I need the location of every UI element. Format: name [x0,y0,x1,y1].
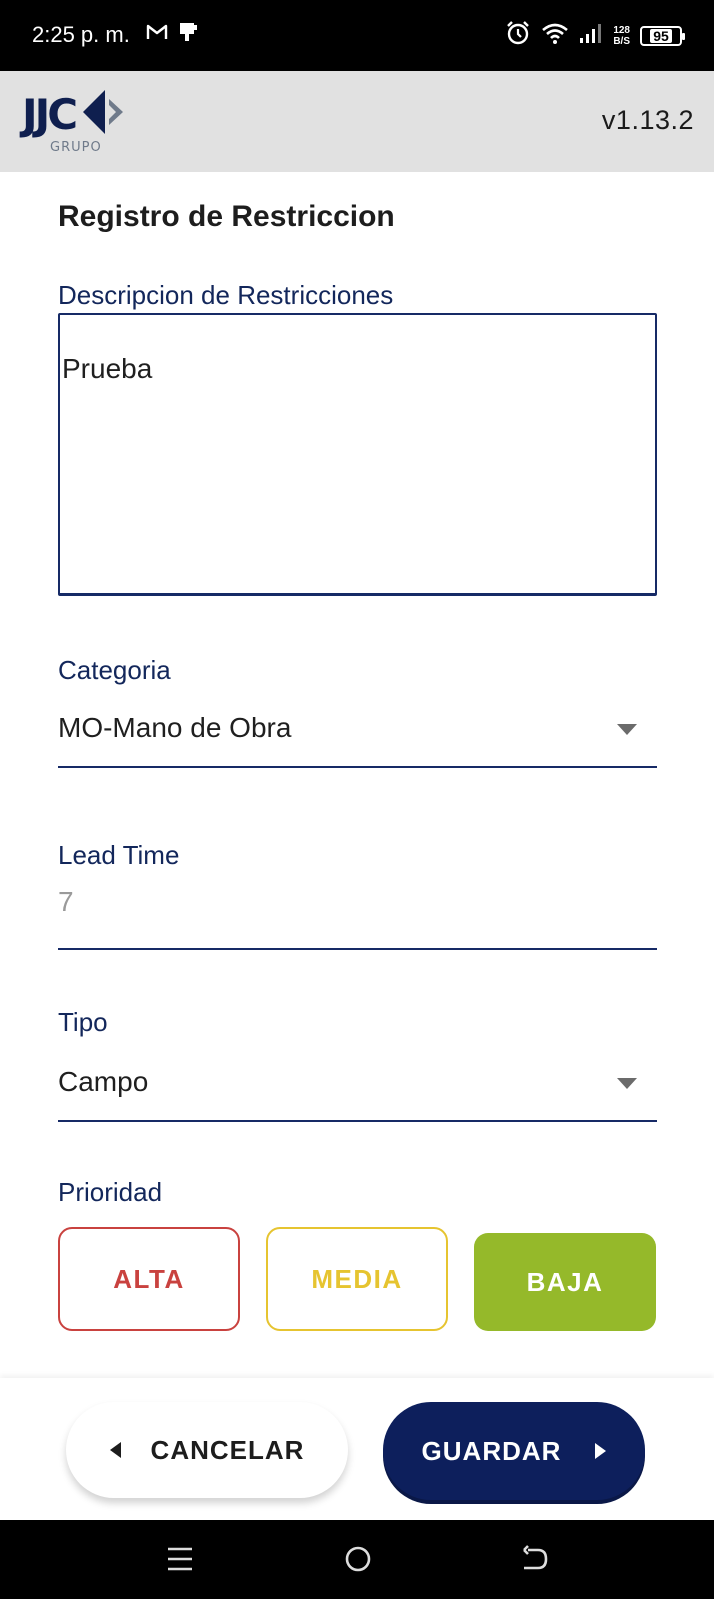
speed-value: 128 [613,24,630,36]
status-system-icons: 128 B/S 95 [505,20,685,51]
battery-icon: 95 [640,25,685,46]
speed-unit: B/S [613,35,630,47]
save-button[interactable]: GUARDAR [383,1402,645,1500]
type-select[interactable]: Campo [58,1066,657,1122]
logo-subtitle: GRUPO [50,140,102,155]
alarm-icon [505,20,531,51]
dropdown-arrow-icon [617,724,637,735]
priority-label: Prioridad [58,1177,163,1207]
app-header: JJC GRUPO v1.13.2 [0,71,714,172]
system-nav-bar [0,1520,714,1599]
status-notification-icons [146,22,198,47]
back-icon[interactable] [520,1544,550,1579]
priority-media-button[interactable]: MEDIA [266,1227,448,1331]
cancel-button[interactable]: CANCELAR [66,1402,348,1498]
priority-alta-button[interactable]: ALTA [58,1227,240,1331]
arrow-left-icon [109,1442,121,1458]
network-speed: 128 B/S [613,25,630,47]
battery-level: 95 [650,28,672,43]
action-bar: CANCELAR GUARDAR [0,1378,714,1520]
logo-text: JJC [22,89,78,139]
dropdown-arrow-icon [617,1078,637,1089]
recent-apps-icon[interactable] [166,1544,194,1579]
category-select[interactable]: MO-Mano de Obra [58,712,657,768]
type-value: Campo [58,1066,149,1097]
status-time: 2:25 p. m. [32,22,130,47]
home-icon[interactable] [343,1544,373,1579]
save-label: GUARDAR [421,1435,562,1466]
signal-icon [579,22,603,49]
page-title: Registro de Restriccion [58,200,395,233]
app-version: v1.13.2 [601,105,694,135]
status-bar: 2:25 p. m. 128 B/S 95 [0,0,714,71]
priority-baja-button[interactable]: BAJA [474,1233,656,1331]
type-label: Tipo [58,1007,108,1037]
lead-time-value: 7 [58,886,74,917]
description-label: Descripcion de Restricciones [58,280,394,310]
category-value: MO-Mano de Obra [58,712,292,743]
notification-icon [178,22,198,47]
lead-time-input[interactable]: 7 [58,886,657,950]
gmail-icon [146,23,168,46]
category-label: Categoria [58,655,171,685]
lead-time-label: Lead Time [58,840,180,870]
arrow-right-icon [595,1443,607,1459]
cancel-label: CANCELAR [150,1434,305,1465]
description-textarea[interactable]: Prueba [58,313,657,596]
logo-mark-icon [81,87,125,142]
wifi-icon [541,21,569,50]
jjc-logo: JJC GRUPO [22,87,125,155]
